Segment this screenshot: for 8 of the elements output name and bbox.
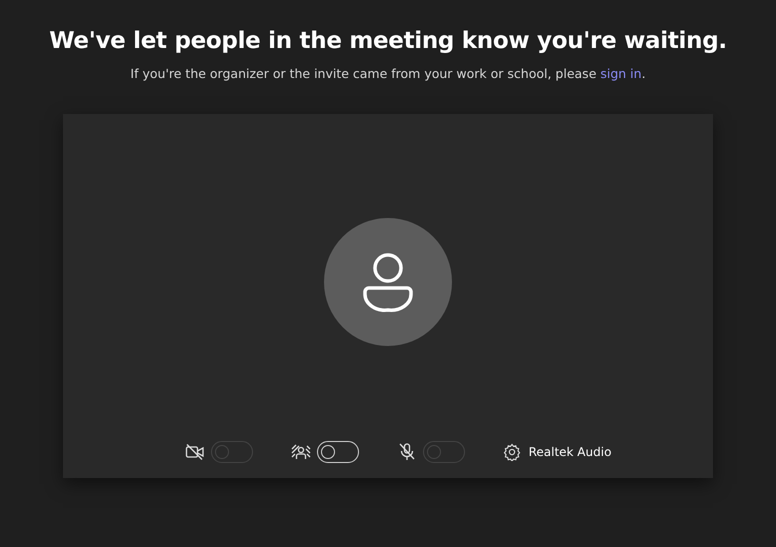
- microphone-off-icon: [396, 443, 417, 461]
- settings-icon: [502, 443, 521, 461]
- camera-off-icon: [184, 443, 205, 461]
- device-settings-button[interactable]: Realtek Audio: [502, 443, 612, 461]
- sign-in-prompt: If you're the organizer or the invite came from your work or school, please sign in.: [130, 66, 646, 81]
- sign-in-link[interactable]: sign in: [600, 66, 642, 81]
- page-heading: We've let people in the meeting know you're waiting.: [49, 28, 727, 54]
- background-effects-icon: [290, 443, 311, 461]
